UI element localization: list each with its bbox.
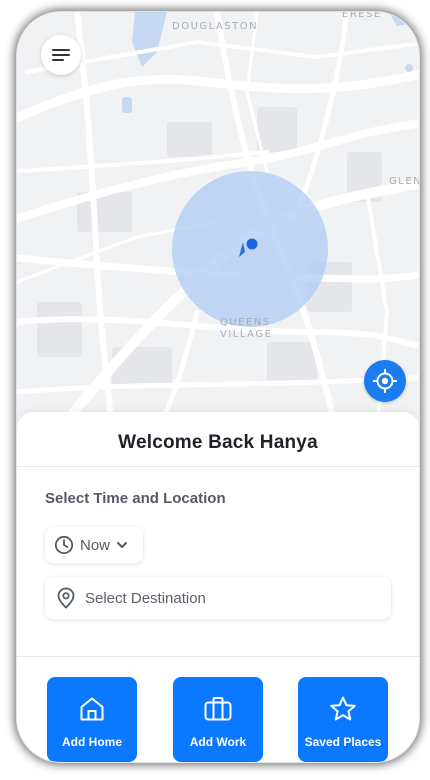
locate-me-button[interactable] xyxy=(364,360,406,402)
map-roads xyxy=(17,12,419,432)
destination-placeholder: Select Destination xyxy=(85,589,206,607)
bottom-sheet: Welcome Back Hanya Select Time and Locat… xyxy=(17,412,419,762)
menu-button[interactable] xyxy=(41,35,81,75)
add-work-button[interactable]: Add Work xyxy=(173,677,263,762)
user-location-dot xyxy=(246,238,258,250)
crosshair-icon xyxy=(373,369,397,393)
clock-icon xyxy=(54,535,74,555)
map-label-center-2: VILLAGE xyxy=(220,329,273,340)
quick-actions: Add Home Add Work Saved Places xyxy=(17,677,419,762)
map-label-right: GLEN xyxy=(389,176,419,187)
tile-label: Add Home xyxy=(62,735,122,749)
divider xyxy=(17,656,419,657)
time-label: Now xyxy=(80,536,111,554)
map-label-top: DOUGLASTON xyxy=(172,21,259,32)
star-icon xyxy=(330,696,356,721)
location-pin-icon xyxy=(57,587,75,609)
tile-label: Saved Places xyxy=(304,735,382,749)
map-label-top-right: ERESE xyxy=(342,12,382,20)
chevron-down-icon xyxy=(117,542,128,548)
phone-frame: DOUGLASTON ERESE GLEN QUEENS VILLAGE Wel… xyxy=(17,12,419,762)
time-selector[interactable]: Now xyxy=(45,527,143,563)
saved-places-button[interactable]: Saved Places xyxy=(298,677,388,762)
add-home-button[interactable]: Add Home xyxy=(47,677,137,762)
destination-input[interactable]: Select Destination xyxy=(45,577,391,619)
briefcase-icon xyxy=(204,697,232,721)
map-label-center-1: QUEENS xyxy=(220,317,271,328)
map-view[interactable]: DOUGLASTON ERESE GLEN QUEENS VILLAGE xyxy=(17,12,419,432)
divider xyxy=(17,466,419,467)
tile-label: Add Work xyxy=(189,735,247,749)
home-icon xyxy=(80,697,104,721)
welcome-title: Welcome Back Hanya xyxy=(118,432,318,453)
hamburger-icon xyxy=(52,49,70,61)
section-title: Select Time and Location xyxy=(45,490,226,507)
